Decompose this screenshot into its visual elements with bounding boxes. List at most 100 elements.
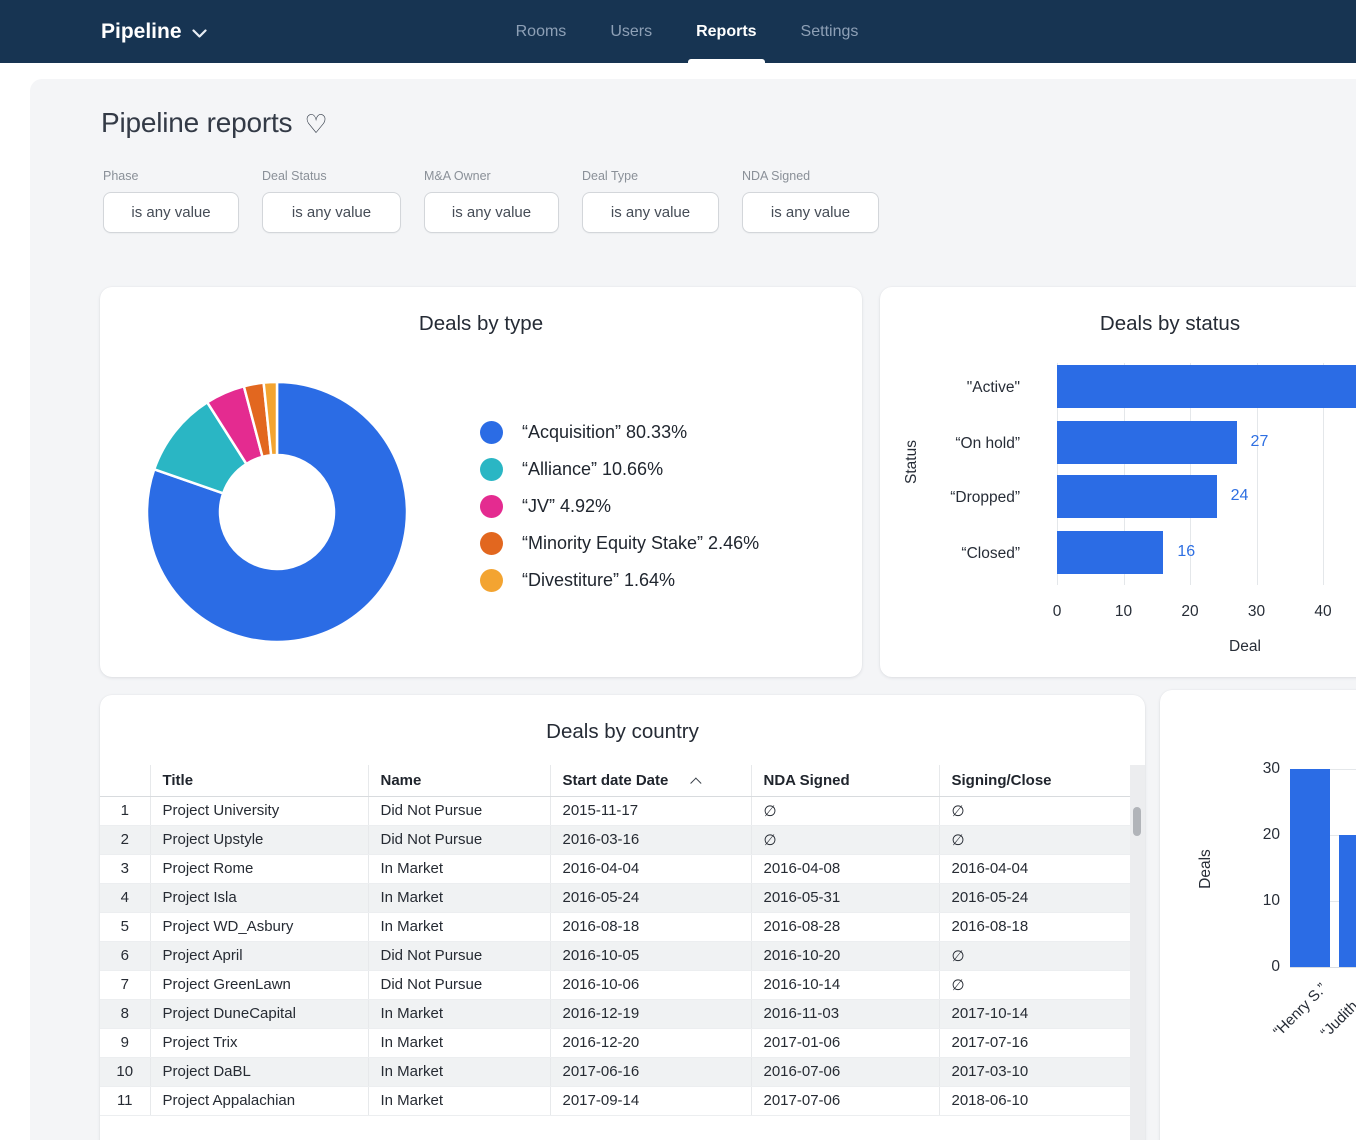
- nav-tab-rooms[interactable]: Rooms: [516, 0, 567, 63]
- table-cell: ∅: [938, 970, 1131, 1000]
- table-cell: 2016-05-24: [549, 883, 751, 913]
- y-tick-label: 10: [1262, 892, 1280, 909]
- table-cell: 6: [100, 941, 150, 971]
- table-cell: Project University: [149, 796, 368, 826]
- table-cell: In Market: [367, 883, 550, 913]
- filter-deal-status: Deal Status is any value: [262, 169, 401, 233]
- table-cell: 2017-07-16: [938, 1028, 1131, 1058]
- column-header[interactable]: Signing/Close: [938, 765, 1131, 797]
- donut-chart: [147, 382, 407, 642]
- report-panel: Pipeline reports ♡ Phase is any value Deal…: [30, 79, 1356, 1140]
- table-cell: ∅: [938, 796, 1131, 826]
- table-cell: Project DuneCapital: [149, 999, 368, 1029]
- table-cell: 2016-10-06: [549, 970, 751, 1000]
- deals-by-type-card: Deals by type “Acquisition” 80.33% “Allia…: [100, 287, 862, 677]
- table-cell: 2: [100, 825, 150, 855]
- legend-label: “Minority Equity Stake” 2.46%: [522, 533, 760, 553]
- table-cell: Did Not Pursue: [367, 825, 550, 855]
- legend-color-dot: [480, 569, 503, 592]
- table-cell: In Market: [367, 854, 550, 884]
- filter-value-button[interactable]: is any value: [424, 192, 559, 233]
- x-tick-label: 10: [1114, 603, 1133, 620]
- filter-label: NDA Signed: [742, 169, 811, 183]
- table-cell: 2016-04-08: [750, 854, 939, 884]
- legend-color-dot: [480, 532, 503, 555]
- table-cell: 2016-05-31: [750, 883, 939, 913]
- column-header[interactable]: Title: [149, 765, 368, 797]
- table-cell: 3: [100, 854, 150, 884]
- table-cell: 9: [100, 1028, 150, 1058]
- status-bar[interactable]: [1057, 531, 1164, 574]
- legend-label: “Divestiture” 1.64%: [522, 570, 676, 590]
- table-cell: 2016-08-18: [549, 912, 751, 942]
- status-category-label: "Active": [966, 379, 1020, 396]
- nav-tab-label: Settings: [800, 22, 859, 40]
- status-bar[interactable]: [1057, 365, 1356, 408]
- legend-label: “Alliance” 10.66%: [522, 459, 664, 479]
- table-cell: In Market: [367, 912, 550, 942]
- table-cell: 2016-03-16: [549, 825, 751, 855]
- table-cell: Project Appalachian: [149, 1086, 368, 1116]
- favorite-heart-icon[interactable]: ♡: [304, 111, 327, 137]
- owner-bar[interactable]: [1339, 835, 1356, 967]
- filter-label: M&A Owner: [424, 169, 491, 183]
- table-cell: In Market: [367, 1086, 550, 1116]
- deals-table: Title Name Start date Date NDA Signed Signin…: [100, 765, 1131, 1116]
- legend-color-dot: [480, 421, 503, 444]
- owner-bar[interactable]: [1290, 769, 1330, 967]
- table-cell: Did Not Pursue: [367, 796, 550, 826]
- nav-tab-reports[interactable]: Reports: [688, 0, 765, 63]
- table-cell: 5: [100, 912, 150, 942]
- table-cell: In Market: [367, 999, 550, 1029]
- column-header[interactable]: NDA Signed: [750, 765, 939, 797]
- column-header[interactable]: [100, 765, 150, 797]
- page-title-text: Pipeline reports: [101, 107, 293, 138]
- table-cell: Project April: [149, 941, 368, 971]
- table-row: 5 Project WD_Asbury In Market 2016-08-18 201…: [100, 912, 1131, 942]
- legend-item[interactable]: “Acquisition” 80.33%: [480, 421, 759, 444]
- table-cell: 2016-12-19: [549, 999, 751, 1029]
- nav-tab-settings[interactable]: Settings: [801, 0, 859, 63]
- status-bar[interactable]: [1057, 421, 1237, 464]
- status-category-label: “Dropped”: [950, 489, 1020, 506]
- legend-item[interactable]: “Divestiture” 1.64%: [480, 569, 759, 592]
- table-cell: 2015-11-17: [549, 796, 751, 826]
- nav-tab-label: Reports: [696, 22, 757, 40]
- x-tick-label: 40: [1314, 603, 1332, 620]
- status-category-label: “On hold”: [955, 435, 1020, 452]
- column-header[interactable]: Name: [367, 765, 550, 797]
- table-cell: 2016-11-03: [750, 999, 939, 1029]
- baseline: [1290, 967, 1356, 968]
- table-cell: Project WD_Asbury: [149, 912, 368, 942]
- bar-value-label: 24: [1230, 487, 1249, 504]
- table-cell: In Market: [367, 1028, 550, 1058]
- table-cell: Project Rome: [149, 854, 368, 884]
- status-bar[interactable]: [1057, 475, 1217, 518]
- table-cell: 2017-01-06: [750, 1028, 939, 1058]
- page-title: Pipeline reports ♡: [101, 107, 328, 139]
- filter-value-button[interactable]: is any value: [262, 192, 401, 233]
- filter-label: Deal Type: [582, 169, 639, 183]
- legend-item[interactable]: “JV” 4.92%: [480, 495, 759, 518]
- table-header-row: Title Name Start date Date NDA Signed Signin…: [100, 765, 1131, 797]
- y-tick-label: 30: [1262, 760, 1280, 777]
- table-row: 10 Project DaBL In Market 2017-06-16 2016-07…: [100, 1057, 1131, 1087]
- table-cell: Project DaBL: [149, 1057, 368, 1087]
- filter-m-a-owner: M&A Owner is any value: [424, 169, 559, 233]
- table-scrollbar[interactable]: [1130, 765, 1145, 1140]
- donut-legend: “Acquisition” 80.33% “Alliance” 10.66% “JV…: [480, 421, 759, 592]
- filter-value-button[interactable]: is any value: [582, 192, 719, 233]
- nav-tab-users[interactable]: Users: [610, 0, 652, 63]
- column-header[interactable]: Start date Date: [549, 765, 751, 797]
- bar-value-label: 16: [1177, 543, 1196, 560]
- filter-value-button[interactable]: is any value: [103, 192, 239, 233]
- table-row: 8 Project DuneCapital In Market 2016-12-19 2…: [100, 999, 1131, 1029]
- legend-item[interactable]: “Alliance” 10.66%: [480, 458, 759, 481]
- table-scrollbar-thumb[interactable]: [1133, 807, 1141, 836]
- legend-label: “JV” 4.92%: [522, 496, 612, 516]
- table-cell: 2017-03-10: [938, 1057, 1131, 1087]
- legend-item[interactable]: “Minority Equity Stake” 2.46%: [480, 532, 759, 555]
- x-tick-label: 20: [1181, 603, 1199, 620]
- filter-value-button[interactable]: is any value: [742, 192, 879, 233]
- table-cell: 2016-08-28: [750, 912, 939, 942]
